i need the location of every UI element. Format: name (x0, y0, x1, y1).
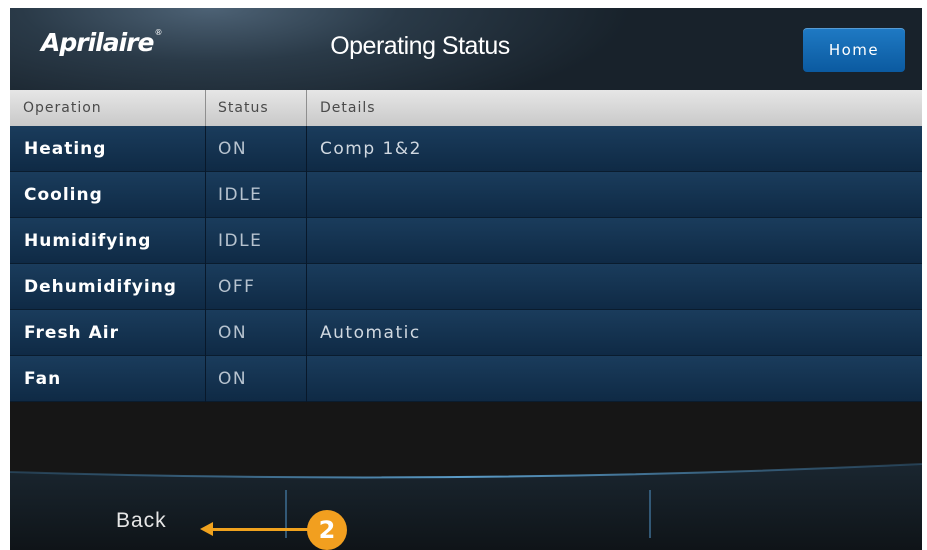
status-table: Heating ON Comp 1&2 Cooling IDLE Humidif… (10, 126, 922, 402)
status-cell: IDLE (218, 185, 263, 205)
operation-cell: Heating (24, 139, 107, 159)
status-cell: IDLE (218, 231, 263, 251)
table-row: Heating ON Comp 1&2 (10, 126, 922, 172)
aprilaire-logo: Aprilaire® (41, 28, 162, 57)
table-row: Dehumidifying OFF (10, 264, 922, 310)
page-title: Operating Status (330, 32, 510, 60)
column-header-operation: Operation (23, 100, 102, 116)
operation-cell: Humidifying (24, 231, 152, 251)
details-cell: Automatic (320, 323, 421, 343)
operation-cell: Fresh Air (24, 323, 119, 343)
thermostat-screen: Aprilaire® Operating Status Home Operati… (10, 8, 922, 550)
status-cell: OFF (218, 277, 256, 297)
operation-cell: Dehumidifying (24, 277, 177, 297)
table-row: Humidifying IDLE (10, 218, 922, 264)
table-row: Fresh Air ON Automatic (10, 310, 922, 356)
status-cell: ON (218, 323, 248, 343)
callout-arrow-line (212, 528, 310, 531)
callout-badge: 2 (307, 510, 347, 550)
operation-cell: Cooling (24, 185, 103, 205)
table-row: Fan ON (10, 356, 922, 402)
column-divider (306, 90, 307, 126)
table-header: Operation Status Details (10, 90, 922, 126)
operation-cell: Fan (24, 369, 62, 389)
column-header-details: Details (320, 100, 376, 116)
column-divider (205, 90, 206, 126)
table-row: Cooling IDLE (10, 172, 922, 218)
home-button[interactable]: Home (803, 28, 905, 72)
status-cell: ON (218, 369, 248, 389)
status-cell: ON (218, 139, 248, 159)
details-cell: Comp 1&2 (320, 139, 422, 159)
column-header-status: Status (218, 100, 269, 116)
header-bar: Aprilaire® Operating Status Home (10, 8, 922, 90)
back-button[interactable]: Back (116, 507, 167, 535)
